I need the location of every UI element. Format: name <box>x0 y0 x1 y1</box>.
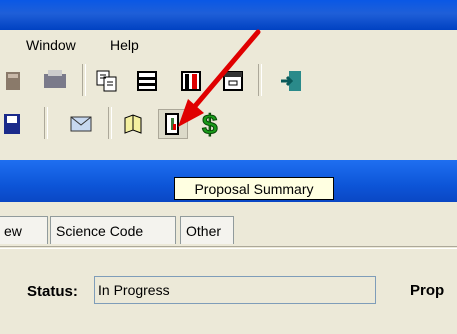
toolbar-bottom: $ <box>0 106 457 146</box>
exit-icon[interactable] <box>276 66 306 96</box>
window-titlebar <box>0 0 457 30</box>
calendar-icon[interactable] <box>218 66 248 96</box>
toolbar-separator <box>108 107 112 139</box>
mail-icon[interactable] <box>66 109 96 139</box>
tab-science-code[interactable]: Science Code <box>50 216 176 244</box>
status-field[interactable]: In Progress <box>94 276 376 304</box>
tab-other[interactable]: Other <box>180 216 234 244</box>
toolbar-separator <box>82 64 86 96</box>
tooltip: Proposal Summary <box>174 177 334 200</box>
toolbar-separator <box>258 64 262 96</box>
menu-bar: Window Help <box>0 30 457 60</box>
open-book-icon[interactable] <box>118 109 148 139</box>
doc-icon[interactable] <box>0 66 30 96</box>
copy-icon[interactable] <box>92 66 122 96</box>
proposal-summary-icon[interactable] <box>158 109 188 139</box>
tab-overview[interactable]: ew <box>0 216 48 244</box>
save-icon[interactable] <box>0 109 30 139</box>
svg-text:$: $ <box>202 110 218 138</box>
report-icon[interactable] <box>176 66 206 96</box>
tab-strip: ew Science Code Other <box>0 212 457 247</box>
menu-help[interactable]: Help <box>110 37 139 53</box>
menu-window[interactable]: Window <box>26 37 76 53</box>
list-icon[interactable] <box>132 66 162 96</box>
toolbar-top <box>0 62 457 102</box>
dollar-icon[interactable]: $ <box>198 109 228 139</box>
print-icon[interactable] <box>40 66 70 96</box>
toolbar-separator <box>44 107 48 139</box>
proposal-label: Prop <box>410 282 445 299</box>
status-label: Status: <box>27 283 78 300</box>
